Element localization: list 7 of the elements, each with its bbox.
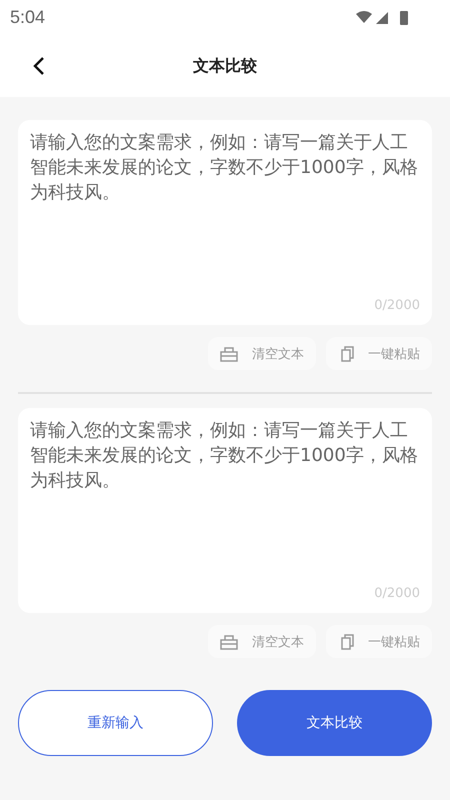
status-time: 5:04 [10,7,46,28]
back-icon[interactable] [32,56,46,76]
basket-icon [220,634,238,650]
compare-button[interactable]: 文本比较 [237,690,432,756]
reset-button[interactable]: 重新输入 [18,690,213,756]
basket-icon [220,346,238,362]
page-title: 文本比较 [193,56,257,76]
